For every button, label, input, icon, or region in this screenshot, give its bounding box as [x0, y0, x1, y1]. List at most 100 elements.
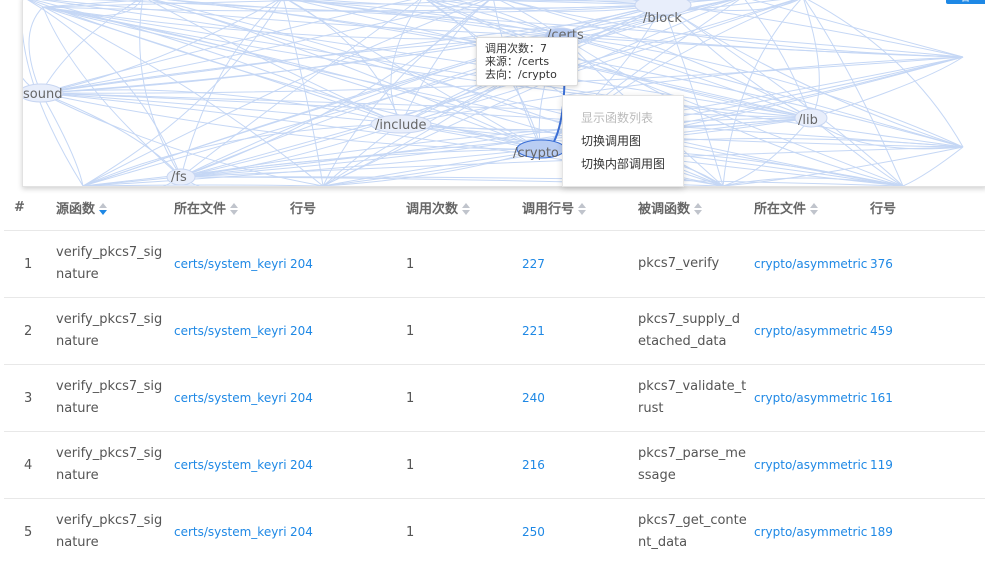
call-line-link[interactable]: 221 — [522, 324, 638, 338]
source-line-link[interactable]: 204 — [290, 458, 406, 472]
callee-file-link[interactable]: crypto/asymmetric — [754, 391, 870, 405]
source-function: verify_pkcs7_signature — [56, 510, 174, 554]
call-table: # 源函数 所在文件 行号 调用次数 调用行号 被调函数 所在文件 行号 1ve… — [4, 184, 985, 565]
col-source-func[interactable]: 源函数 — [56, 184, 174, 231]
menu-item-switch-call-graph[interactable]: 切换调用图 — [581, 132, 641, 149]
table-row[interactable]: 3verify_pkcs7_signaturecerts/system_keyr… — [4, 365, 985, 432]
graph-node-sound[interactable]: sound — [23, 87, 62, 102]
callee-function: pkcs7_validate_trust — [638, 376, 754, 420]
source-function: verify_pkcs7_signature — [56, 443, 174, 487]
callee-function: pkcs7_verify — [638, 253, 754, 275]
row-index: 3 — [14, 391, 56, 406]
callee-file-link[interactable]: crypto/asymmetric — [754, 525, 870, 539]
callee-file-link[interactable]: crypto/asymmetric — [754, 458, 870, 472]
col-callee-line-label: 行号 — [870, 202, 896, 217]
source-file-link[interactable]: certs/system_keyri — [174, 525, 290, 539]
col-callee-line: 行号 — [870, 184, 985, 231]
call-count: 1 — [406, 458, 522, 473]
graph-edge[interactable] — [41, 93, 83, 186]
callee-function: pkcs7_supply_detached_data — [638, 309, 754, 353]
col-source-file[interactable]: 所在文件 — [174, 184, 290, 231]
col-call-count-label: 调用次数 — [406, 202, 458, 217]
menu-item-switch-internal-call-graph[interactable]: 切换内部调用图 — [581, 155, 665, 172]
table-row[interactable]: 1verify_pkcs7_signaturecerts/system_keyr… — [4, 231, 985, 298]
call-count: 1 — [406, 525, 522, 540]
row-index: 5 — [14, 525, 56, 540]
callee-file-link[interactable]: crypto/asymmetric — [754, 324, 870, 338]
col-callee-label: 被调函数 — [638, 202, 690, 217]
source-function: verify_pkcs7_signature — [56, 376, 174, 420]
sort-icon[interactable] — [230, 203, 238, 215]
call-line-link[interactable]: 240 — [522, 391, 638, 405]
row-index: 1 — [14, 257, 56, 272]
source-function: verify_pkcs7_signature — [56, 309, 174, 353]
call-line-link[interactable]: 250 — [522, 525, 638, 539]
sort-icon[interactable] — [810, 203, 818, 215]
graph-node-block[interactable]: /block — [643, 11, 682, 26]
graph-edge[interactable] — [283, 0, 401, 124]
call-graph-canvas[interactable] — [23, 0, 985, 186]
col-source-line-label: 行号 — [290, 202, 316, 217]
edge-tooltip: 调用次数：7 来源：/certs 去向：/crypto — [476, 37, 578, 86]
table-row[interactable]: 5verify_pkcs7_signaturecerts/system_keyr… — [4, 499, 985, 565]
graph-context-menu: 显示函数列表 切换调用图 切换内部调用图 — [562, 95, 684, 187]
sort-icon[interactable] — [578, 203, 586, 215]
call-count: 1 — [406, 324, 522, 339]
graph-edge[interactable] — [29, 7, 43, 93]
row-index: 4 — [14, 458, 56, 473]
source-file-link[interactable]: certs/system_keyri — [174, 391, 290, 405]
table-row[interactable]: 4verify_pkcs7_signaturecerts/system_keyr… — [4, 432, 985, 499]
callee-function: pkcs7_get_content_data — [638, 510, 754, 554]
source-file-link[interactable]: certs/system_keyri — [174, 458, 290, 472]
col-index-label: # — [14, 200, 25, 215]
col-index: # — [4, 184, 56, 231]
source-function: verify_pkcs7_signature — [56, 242, 174, 286]
toolbar-corner-button[interactable]: 日 — [946, 0, 985, 4]
col-callee-file-label: 所在文件 — [754, 202, 806, 217]
call-line-link[interactable]: 227 — [522, 257, 638, 271]
col-call-line[interactable]: 调用行号 — [522, 184, 638, 231]
callee-line-link[interactable]: 459 — [870, 324, 985, 338]
tooltip-source: 来源：/certs — [485, 55, 571, 68]
source-line-link[interactable]: 204 — [290, 324, 406, 338]
call-count: 1 — [406, 257, 522, 272]
source-file-link[interactable]: certs/system_keyri — [174, 257, 290, 271]
table-header: # 源函数 所在文件 行号 调用次数 调用行号 被调函数 所在文件 行号 — [4, 184, 985, 231]
source-file-link[interactable]: certs/system_keyri — [174, 324, 290, 338]
row-index: 2 — [14, 324, 56, 339]
col-callee-file[interactable]: 所在文件 — [754, 184, 870, 231]
col-source-line: 行号 — [290, 184, 406, 231]
graph-node-include[interactable]: /include — [375, 118, 426, 133]
call-count: 1 — [406, 391, 522, 406]
col-call-line-label: 调用行号 — [522, 202, 574, 217]
callee-function: pkcs7_parse_message — [638, 443, 754, 487]
graph-edge[interactable] — [181, 118, 811, 177]
callee-line-link[interactable]: 119 — [870, 458, 985, 472]
col-source-file-label: 所在文件 — [174, 202, 226, 217]
source-line-link[interactable]: 204 — [290, 391, 406, 405]
tooltip-call-count: 调用次数：7 — [485, 42, 571, 55]
graph-edge[interactable] — [140, 0, 181, 177]
call-line-link[interactable]: 216 — [522, 458, 638, 472]
graph-node-lib[interactable]: /lib — [798, 113, 818, 128]
sort-icon[interactable] — [462, 203, 470, 215]
callee-file-link[interactable]: crypto/asymmetric — [754, 257, 870, 271]
callee-line-link[interactable]: 161 — [870, 391, 985, 405]
callee-line-link[interactable]: 189 — [870, 525, 985, 539]
source-line-link[interactable]: 204 — [290, 257, 406, 271]
graph-edge[interactable] — [143, 0, 561, 36]
sort-icon[interactable] — [694, 203, 702, 215]
graph-edge[interactable] — [83, 149, 541, 186]
table-row[interactable]: 2verify_pkcs7_signaturecerts/system_keyr… — [4, 298, 985, 365]
tooltip-target: 去向：/crypto — [485, 68, 571, 81]
call-graph-panel[interactable]: /block /certs sound /include /lib /crypt… — [22, 0, 985, 187]
graph-node-crypto[interactable]: /crypto — [513, 146, 559, 161]
menu-item-show-functions: 显示函数列表 — [581, 109, 653, 126]
sort-desc-icon[interactable] — [99, 203, 107, 215]
col-callee[interactable]: 被调函数 — [638, 184, 754, 231]
source-line-link[interactable]: 204 — [290, 525, 406, 539]
graph-node-fs[interactable]: /fs — [171, 170, 187, 185]
col-source-func-label: 源函数 — [56, 202, 95, 217]
col-call-count[interactable]: 调用次数 — [406, 184, 522, 231]
callee-line-link[interactable]: 376 — [870, 257, 985, 271]
